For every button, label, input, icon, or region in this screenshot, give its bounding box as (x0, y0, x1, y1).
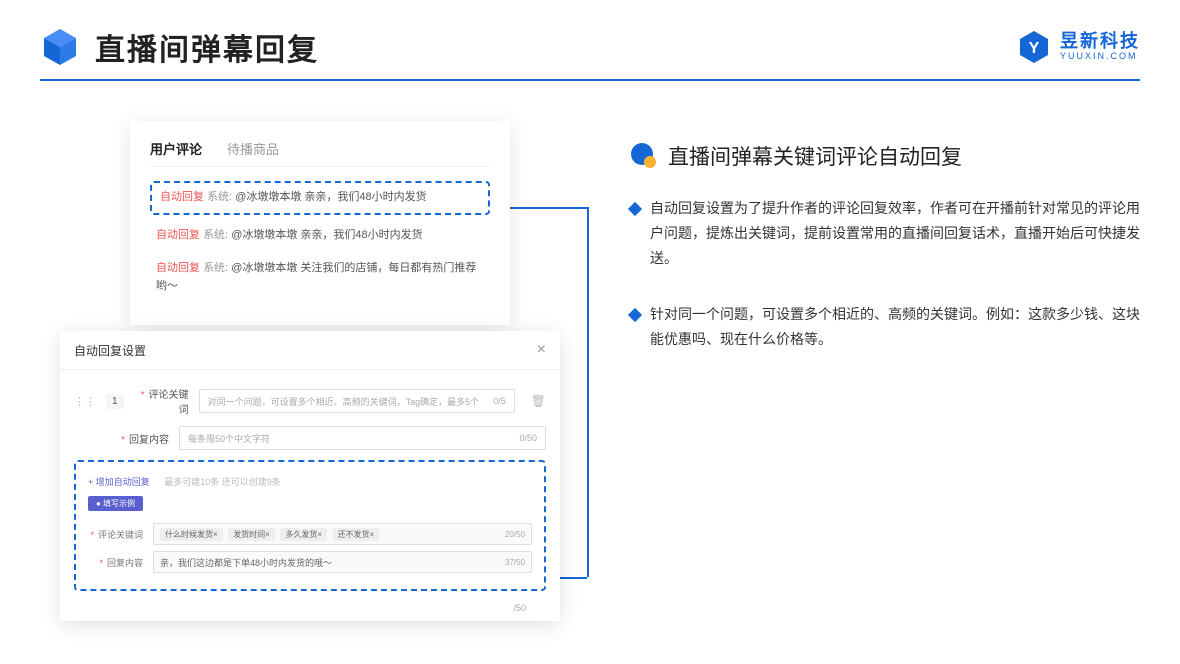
example-keyword-label: *评论关键词 (88, 528, 143, 541)
comment-item-highlighted: 自动回复 系统: @冰墩墩本墩 亲亲，我们48小时内发货 (150, 181, 490, 215)
auto-reply-settings-panel: 自动回复设置 × ⋮⋮ 1 *评论关键词 对同一个问题，可设置多个相近、高频的关… (60, 331, 560, 621)
page-title: 直播间弹幕回复 (95, 25, 319, 69)
trailing-counter: /50 (74, 599, 546, 617)
tab-user-comments[interactable]: 用户评论 (150, 139, 202, 158)
comment-item: 自动回复 系统: @冰墩墩本墩 关注我们的店铺，每日都有热门推荐哟～ (150, 256, 490, 299)
example-content-label: *回复内容 (88, 556, 143, 569)
diamond-icon (628, 307, 642, 321)
rule-index: 1 (106, 394, 124, 409)
delete-icon[interactable]: 🗑 (531, 394, 546, 408)
auto-reply-tag: 自动回复 (160, 191, 204, 203)
add-auto-reply-link[interactable]: + 增加自动回复 (88, 477, 150, 487)
example-content-input[interactable]: 亲，我们这边都是下单48小时内发货的哦～ 37/50 (153, 551, 532, 573)
example-block: + 增加自动回复 最多可建10条 还可以创建9条 ● 填写示例 *评论关键词 什… (74, 460, 546, 591)
keyword-chip[interactable]: 发货时间× (228, 528, 275, 541)
close-icon[interactable]: × (537, 341, 546, 359)
keyword-chip[interactable]: 什么时候发货× (160, 528, 223, 541)
add-hint: 最多可建10条 还可以创建9条 (164, 477, 281, 487)
example-keyword-input[interactable]: 什么时候发货× 发货时间× 多久发货× 还不发货× 20/50 (153, 523, 532, 545)
keyword-chip[interactable]: 还不发货× (333, 528, 380, 541)
comment-panel: 用户评论 待播商品 自动回复 系统: @冰墩墩本墩 亲亲，我们48小时内发货 自… (130, 121, 510, 325)
cube-icon (40, 27, 80, 67)
diamond-icon (628, 202, 642, 216)
example-tag: ● 填写示例 (88, 496, 143, 511)
bullet-item: 自动回复设置为了提升作者的评论回复效率，作者可在开播前针对常见的评论用户问题，提… (630, 196, 1140, 272)
chat-bubble-icon (630, 142, 658, 170)
content-input[interactable]: 每条限50个中文字符 0/50 (179, 426, 546, 450)
brand-logo: Y 昱新科技 YUUXIN.COM (1016, 29, 1140, 65)
brand-name-en: YUUXIN.COM (1060, 52, 1140, 62)
keyword-input[interactable]: 对同一个问题，可设置多个相近、高频的关键词，Tag确定，最多5个 0/5 (199, 389, 515, 413)
content-label: *回复内容 (114, 431, 169, 446)
keyword-chip[interactable]: 多久发货× (280, 528, 327, 541)
drag-handle-icon[interactable]: ⋮⋮ (74, 395, 96, 408)
keyword-label: *评论关键词 (134, 386, 189, 416)
tab-pending-goods[interactable]: 待播商品 (227, 139, 279, 158)
section-title: 直播间弹幕关键词评论自动回复 (668, 141, 962, 171)
comment-item: 自动回复 系统: @冰墩墩本墩 亲亲，我们48小时内发货 (150, 223, 490, 249)
svg-text:Y: Y (1029, 40, 1040, 57)
bullet-item: 针对同一个问题，可设置多个相近的、高频的关键词。例如：这款多少钱、这块能优惠吗、… (630, 302, 1140, 352)
settings-title: 自动回复设置 (74, 342, 146, 359)
brand-name-cn: 昱新科技 (1060, 32, 1140, 52)
